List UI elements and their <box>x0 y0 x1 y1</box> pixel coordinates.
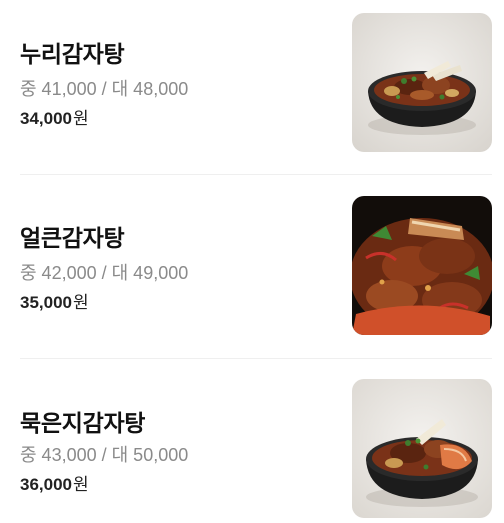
menu-item-image[interactable] <box>352 196 492 335</box>
menu-item[interactable]: 얼큰감자탕 중 42,000 / 대 49,000 35,000원 <box>0 175 504 359</box>
kimchi-stew-icon <box>352 379 492 518</box>
price-unit: 원 <box>73 475 89 494</box>
menu-item-size-prices: 중 43,000 / 대 50,000 <box>20 445 189 465</box>
spicy-stew-icon <box>352 196 492 335</box>
menu-item-image[interactable] <box>352 379 492 518</box>
pork-bone-stew-icon <box>352 13 492 152</box>
menu-item-price: 36,000원 <box>20 470 89 495</box>
menu-item-image[interactable] <box>352 13 492 152</box>
price-unit: 원 <box>73 109 89 128</box>
price-unit: 원 <box>73 293 89 312</box>
price-value: 36,000 <box>20 475 72 494</box>
menu-item-price: 35,000원 <box>20 288 89 313</box>
menu-item[interactable]: 누리감자탕 중 41,000 / 대 48,000 34,000원 <box>0 0 504 175</box>
menu-item-name: 얼큰감자탕 <box>20 225 125 251</box>
menu-item-size-prices: 중 41,000 / 대 48,000 <box>20 79 189 99</box>
menu-list: 누리감자탕 중 41,000 / 대 48,000 34,000원 얼큰감자탕 … <box>0 0 504 523</box>
menu-item-price: 34,000원 <box>20 104 89 129</box>
price-value: 34,000 <box>20 109 72 128</box>
menu-item[interactable]: 묵은지감자탕 중 43,000 / 대 50,000 36,000원 <box>0 359 504 523</box>
menu-item-size-prices: 중 42,000 / 대 49,000 <box>20 263 189 283</box>
price-value: 35,000 <box>20 293 72 312</box>
menu-item-name: 묵은지감자탕 <box>20 410 146 436</box>
menu-item-name: 누리감자탕 <box>20 41 125 67</box>
